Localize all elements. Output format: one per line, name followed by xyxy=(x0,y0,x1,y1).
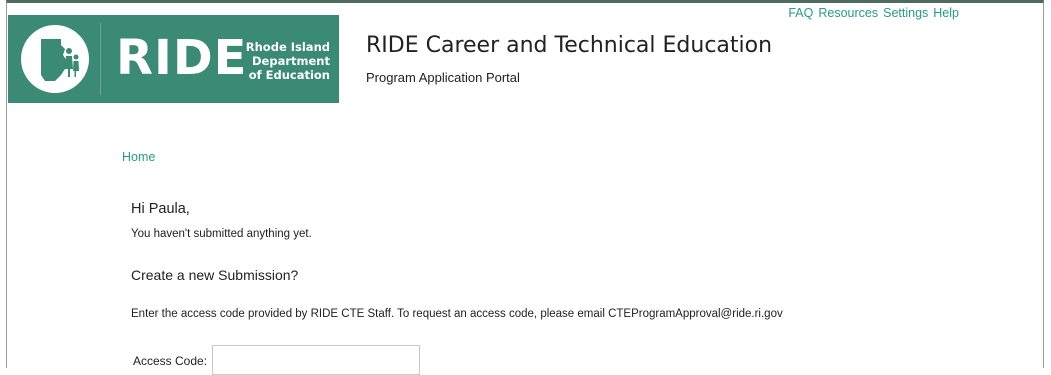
logo-subtitle-line: Rhode Island xyxy=(245,40,330,54)
nav-link-settings[interactable]: Settings xyxy=(883,6,928,20)
access-code-label: Access Code: xyxy=(133,354,208,368)
logo-subtitle-line: Department xyxy=(252,54,330,68)
breadcrumb-home-link[interactable]: Home xyxy=(122,150,155,164)
rhode-island-seal-icon xyxy=(21,25,89,93)
submission-status-text: You haven't submitted anything yet. xyxy=(131,228,312,240)
page-title: RIDE Career and Technical Education xyxy=(366,33,773,58)
nav-link-help[interactable]: Help xyxy=(933,6,959,20)
ride-logo-banner[interactable]: RIDE Rhode Island Department of Educatio… xyxy=(8,15,339,103)
nav-link-resources[interactable]: Resources xyxy=(818,6,878,20)
access-code-input[interactable] xyxy=(212,345,420,375)
nav-link-faq[interactable]: FAQ xyxy=(788,6,813,20)
page-subtitle: Program Application Portal xyxy=(366,70,520,85)
access-code-instructions: Enter the access code provided by RIDE C… xyxy=(131,308,783,320)
create-submission-heading: Create a new Submission? xyxy=(131,267,299,283)
ride-logo-subtitle: Rhode Island Department of Education xyxy=(244,40,330,82)
logo-divider xyxy=(100,23,101,95)
greeting-text: Hi Paula, xyxy=(131,201,190,217)
top-nav: FAQ Resources Settings Help xyxy=(788,6,959,20)
logo-subtitle-line: of Education xyxy=(248,68,330,82)
ride-logo-wordmark: RIDE xyxy=(116,30,248,86)
